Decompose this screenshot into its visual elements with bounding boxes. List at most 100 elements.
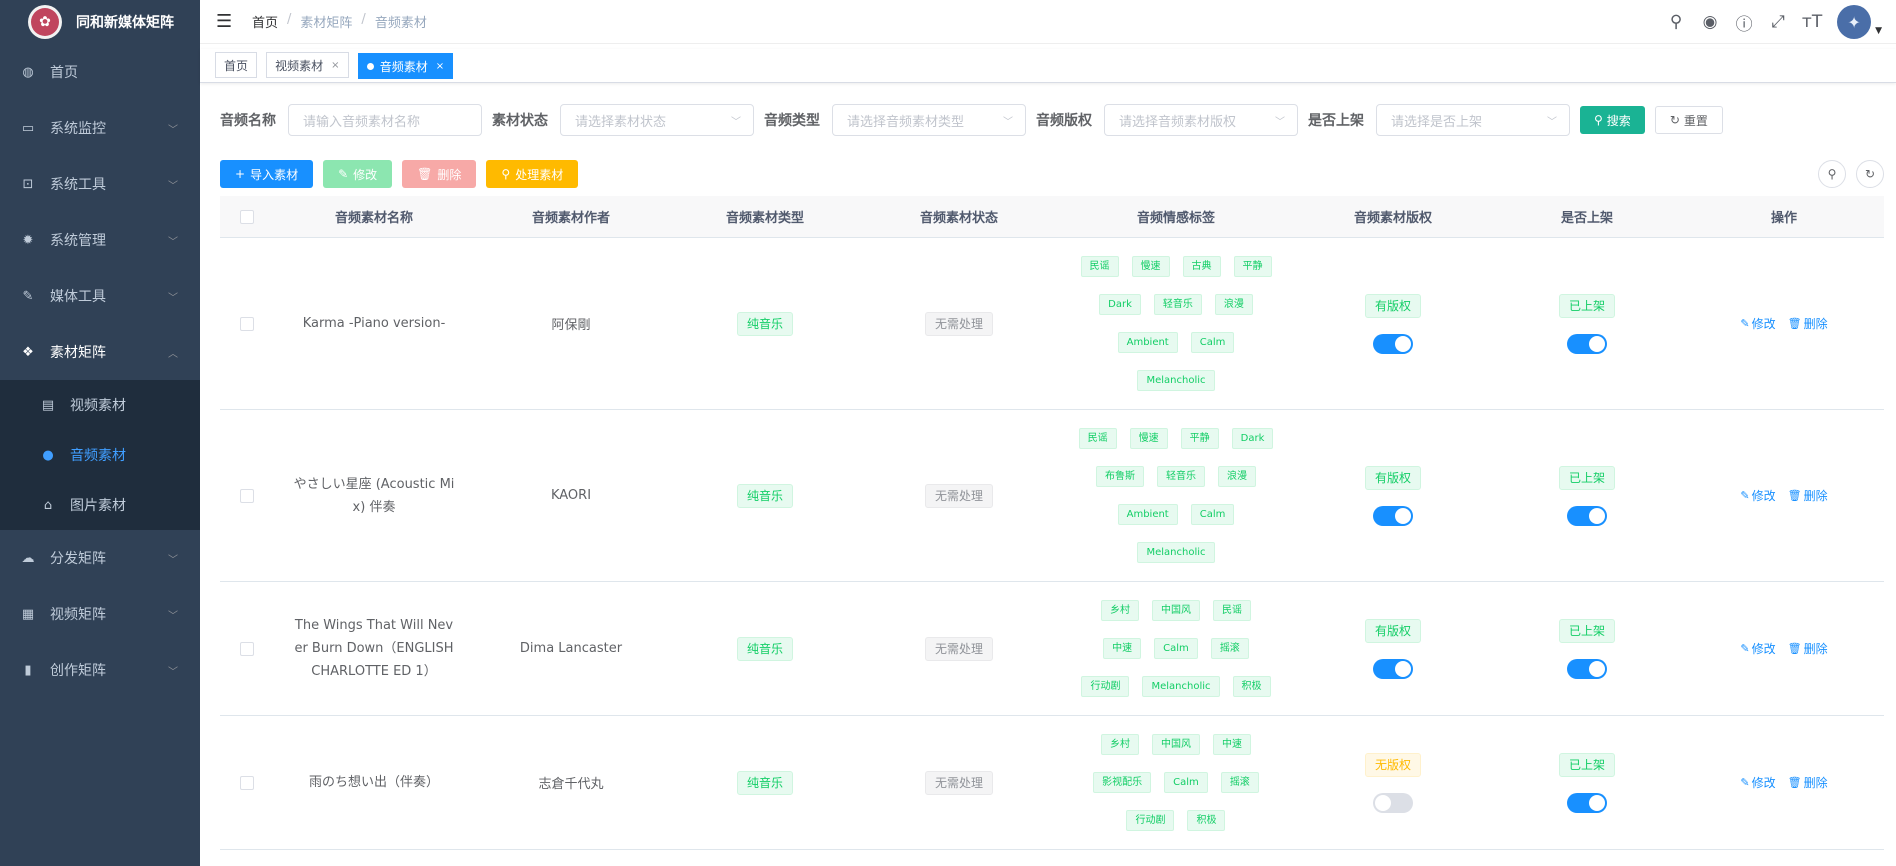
sidebar-item-label: 素材矩阵 [50,345,106,361]
reset-button[interactable]: ↻ 重置 [1654,106,1723,134]
sidebar-item-label: 分发矩阵 [50,551,106,567]
sidebar: ✿ 同和新媒体矩阵 ◍ 首页 ▭ 系统监控 ﹀ ⊡ 系统工具 ﹀ ✹ 系统管理 … [0,0,200,866]
copyright-switch[interactable] [1372,333,1413,354]
row-edit-button[interactable]: ✎ 修改 [1740,315,1775,332]
upload-icon: ☁ [21,550,35,566]
sidebar-item-video-material[interactable]: ▤ 视频素材 [0,380,200,430]
row-delete-button[interactable]: 🗑 删除 [1788,774,1828,791]
copyright-tag: 无版权 [1364,752,1421,777]
github-icon[interactable]: ◉ [1693,12,1727,32]
switch-knob [1394,507,1411,524]
audio-author: KAORI [550,488,592,503]
copyright-switch[interactable] [1372,792,1413,813]
tag-home[interactable]: 首页 [215,52,258,78]
sidebar-item-monitor[interactable]: ▭ 系统监控 ﹀ [0,100,200,156]
row-delete-button[interactable]: 🗑 删除 [1788,315,1828,332]
chevron-down-icon: ﹀ [168,180,178,192]
process-button[interactable]: ⚲ 处理素材 [486,160,579,188]
document-icon: ▤ [41,397,55,413]
refresh-icon[interactable]: ↻ [1856,160,1884,188]
copyright-tag: 有版权 [1364,465,1421,490]
switch-knob [1394,335,1411,352]
listed-switch[interactable] [1566,505,1607,526]
copyright-select[interactable]: 请选择音频素材版权 ﹀ [1104,104,1298,136]
row-delete-button[interactable]: 🗑 删除 [1788,640,1828,657]
edit-button[interactable]: ✎ 修改 [323,160,393,188]
emotion-tag-line: 乡村 中国风 中速 [1100,734,1251,755]
sidebar-item-tools[interactable]: ⊡ 系统工具 ﹀ [0,156,200,212]
listed-switch[interactable] [1566,333,1607,354]
sidebar-item-distribution[interactable]: ☁ 分发矩阵 ﹀ [0,530,200,586]
emotion-tag-line: Melancholic [1137,370,1215,391]
emotion-tag: Melancholic [1137,542,1215,563]
copyright-switch[interactable] [1372,505,1413,526]
tag-label: 视频素材 [275,58,324,73]
close-icon[interactable]: × [436,61,444,72]
listed-select[interactable]: 请选择是否上架 ﹀ [1376,104,1570,136]
avatar[interactable]: ✦ [1837,5,1872,39]
sidebar-item-audio-material[interactable]: ● 音频素材 [0,430,200,480]
sidebar-item-label: 首页 [50,65,78,81]
emotion-tag: 轻音乐 [1156,466,1205,487]
submenu-material: ▤ 视频素材 ● 音频素材 ⌂ 图片素材 [0,380,200,530]
search-icon: ⚲ [1594,113,1603,127]
tag-video-material[interactable]: 视频素材 × [266,52,349,78]
copyright-switch[interactable] [1372,658,1413,679]
audio-status-tag: 无需处理 [924,636,993,661]
edit-label: 修改 [1751,317,1776,331]
type-select[interactable]: 请选择音频素材类型 ﹀ [832,104,1026,136]
audio-name-input[interactable]: 请输入音频素材名称 [288,104,482,136]
actions-cell: ✎ 修改 🗑 删除 [1684,315,1884,332]
caret-down-icon[interactable]: ▼ [1875,26,1882,36]
breadcrumb-item[interactable]: 首页 [252,12,278,31]
emotion-tag: 轻音乐 [1153,294,1202,315]
column-header: 音频素材状态 [919,211,998,226]
search-button[interactable]: ⚲ 搜索 [1580,106,1645,134]
sidebar-item-material[interactable]: ❖ 素材矩阵 ︿ [0,324,200,380]
sidebar-item-video-matrix[interactable]: ▦ 视频矩阵 ﹀ [0,586,200,642]
fullscreen-icon[interactable]: ⤢ [1761,12,1795,32]
row-edit-button[interactable]: ✎ 修改 [1740,487,1775,504]
chevron-down-icon: ﹀ [168,124,178,136]
status-select[interactable]: 请选择素材状态 ﹀ [560,104,754,136]
sidebar-item-create[interactable]: ▮ 创作矩阵 ﹀ [0,642,200,698]
row-checkbox[interactable] [240,316,254,331]
row-select-cell [220,775,274,790]
sidebar-item-media-tools[interactable]: ✎ 媒体工具 ﹀ [0,268,200,324]
sidebar-item-home[interactable]: ◍ 首页 [0,44,200,100]
logo[interactable]: ✿ 同和新媒体矩阵 [0,0,200,44]
chevron-down-icon: ﹀ [1275,116,1285,128]
emotion-tag: 中速 [1212,734,1251,755]
row-delete-button[interactable]: 🗑 删除 [1788,487,1828,504]
tool-icon: ⊡ [22,176,34,192]
row-checkbox[interactable] [240,488,254,503]
hamburger-icon[interactable]: ☰ [216,11,236,32]
tag-audio-material[interactable]: 音频素材 × [357,53,454,79]
import-button[interactable]: + 导入素材 [220,160,314,188]
sidebar-item-image-material[interactable]: ⌂ 图片素材 [0,480,200,530]
breadcrumb-item: 素材矩阵 [300,16,353,31]
material-icon: ❖ [22,344,34,360]
navbar: ☰ 首页 / 素材矩阵 / 音频素材 ⚲ ◉ ⓘ ⤢ ᴛT ✦ ▼ [200,0,1896,44]
listed-switch[interactable] [1566,658,1607,679]
row-edit-button[interactable]: ✎ 修改 [1740,640,1775,657]
emotion-tag: Calm [1190,332,1235,353]
row-edit-button[interactable]: ✎ 修改 [1740,774,1775,791]
toggle-search-icon[interactable]: ⚲ [1818,160,1846,188]
select-all-checkbox[interactable] [240,209,254,224]
search-icon[interactable]: ⚲ [1659,12,1693,32]
question-icon[interactable]: ⓘ [1727,10,1761,35]
sidebar-item-label: 系统管理 [50,233,106,249]
emotion-tag: 积极 [1232,676,1271,697]
font-size-icon[interactable]: ᴛT [1795,12,1829,32]
search-form: 音频名称 请输入音频素材名称 素材状态 请选择素材状态 ﹀ 音频类型 请选择音频… [220,104,1723,136]
row-checkbox[interactable] [240,641,254,656]
emotion-tag: 中国风 [1151,734,1200,755]
audio-status-cell: 无需处理 [862,483,1056,508]
delete-button[interactable]: 🗑 删除 [402,160,477,188]
sidebar-item-system[interactable]: ✹ 系统管理 ﹀ [0,212,200,268]
delete-label: 删除 [1803,317,1828,331]
close-icon[interactable]: × [331,60,339,71]
row-checkbox[interactable] [240,775,254,790]
listed-switch[interactable] [1566,792,1607,813]
